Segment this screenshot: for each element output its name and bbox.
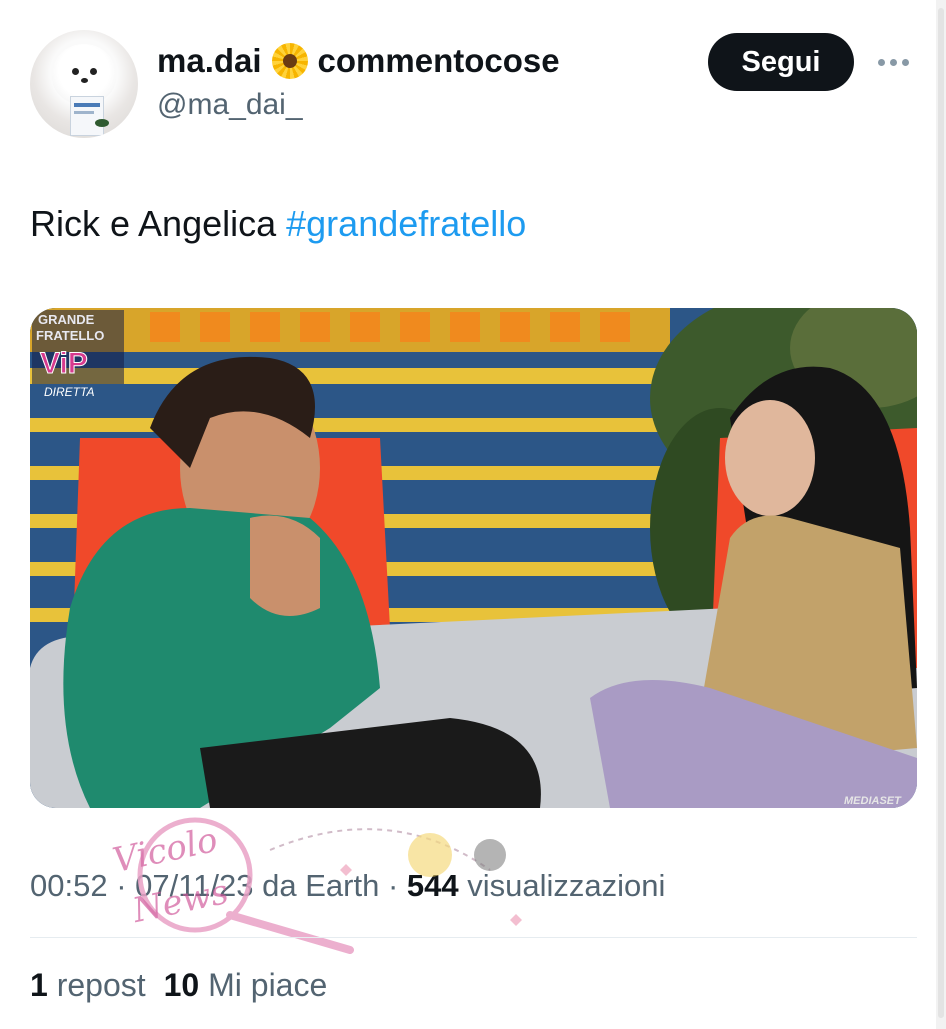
corner-mark: MEDIASET [844, 795, 902, 807]
tweet-body: Rick e Angelica [30, 203, 287, 244]
avatar[interactable] [30, 30, 138, 138]
avatar-dog [52, 44, 116, 104]
scrollbar[interactable] [936, 0, 946, 1029]
logo-line2: FRATELLO [36, 328, 104, 343]
tweet-text: Rick e Angelica #grandefratello [30, 203, 526, 245]
avatar-product-box [70, 96, 109, 136]
avatar-eye [90, 68, 97, 75]
box-leaf [95, 119, 109, 127]
hashtag-link[interactable]: #grandefratello [286, 203, 526, 244]
logo-vip: ViP [40, 347, 88, 380]
reposts-label: repost [47, 967, 146, 1003]
display-name-part1[interactable]: ma.dai [157, 42, 262, 80]
reposts-count: 1 [30, 967, 48, 1003]
avatar-nose [81, 78, 88, 83]
meta-separator: · [107, 868, 136, 903]
author-name-row[interactable]: ma.dai commentocose [157, 42, 560, 80]
tweet-time[interactable]: 00:52 [30, 868, 108, 903]
box-stripe [74, 103, 100, 107]
divider [30, 937, 917, 938]
sunflower-icon [271, 43, 308, 79]
likes-label: Mi piace [199, 967, 328, 1003]
engagement-stats: 1 repost 10 Mi piace [30, 967, 327, 1004]
more-dots-icon[interactable] [878, 52, 914, 72]
likes-count: 10 [163, 967, 200, 1003]
media-scene: GRANDE FRATELLO ViP DIRETTA MEDIASET [30, 308, 917, 808]
views-count: 544 [406, 868, 459, 903]
follow-button[interactable]: Segui [708, 33, 854, 91]
reposts-stat[interactable]: 1 repost [30, 967, 146, 1003]
avatar-eye [72, 68, 79, 75]
likes-stat[interactable]: 10 Mi piace [164, 967, 328, 1003]
tweet-meta: 00:52 · 07/11/23 da Earth · 544 visualiz… [30, 868, 665, 904]
tweet-media-image[interactable]: GRANDE FRATELLO ViP DIRETTA MEDIASET [30, 308, 917, 808]
meta-separator: · [379, 868, 407, 903]
display-name-part2[interactable]: commentocose [318, 42, 560, 80]
tweet-date[interactable]: 07/11/23 [135, 868, 253, 903]
logo-live: DIRETTA [44, 385, 94, 399]
box-stripe [74, 111, 94, 114]
scrollbar-thumb[interactable] [938, 8, 944, 1018]
views-label: visualizzazioni [458, 868, 666, 903]
tweet-source: da Earth [253, 868, 380, 903]
author-handle[interactable]: @ma_dai_ [157, 88, 303, 122]
logo-line1: GRANDE [38, 312, 95, 327]
